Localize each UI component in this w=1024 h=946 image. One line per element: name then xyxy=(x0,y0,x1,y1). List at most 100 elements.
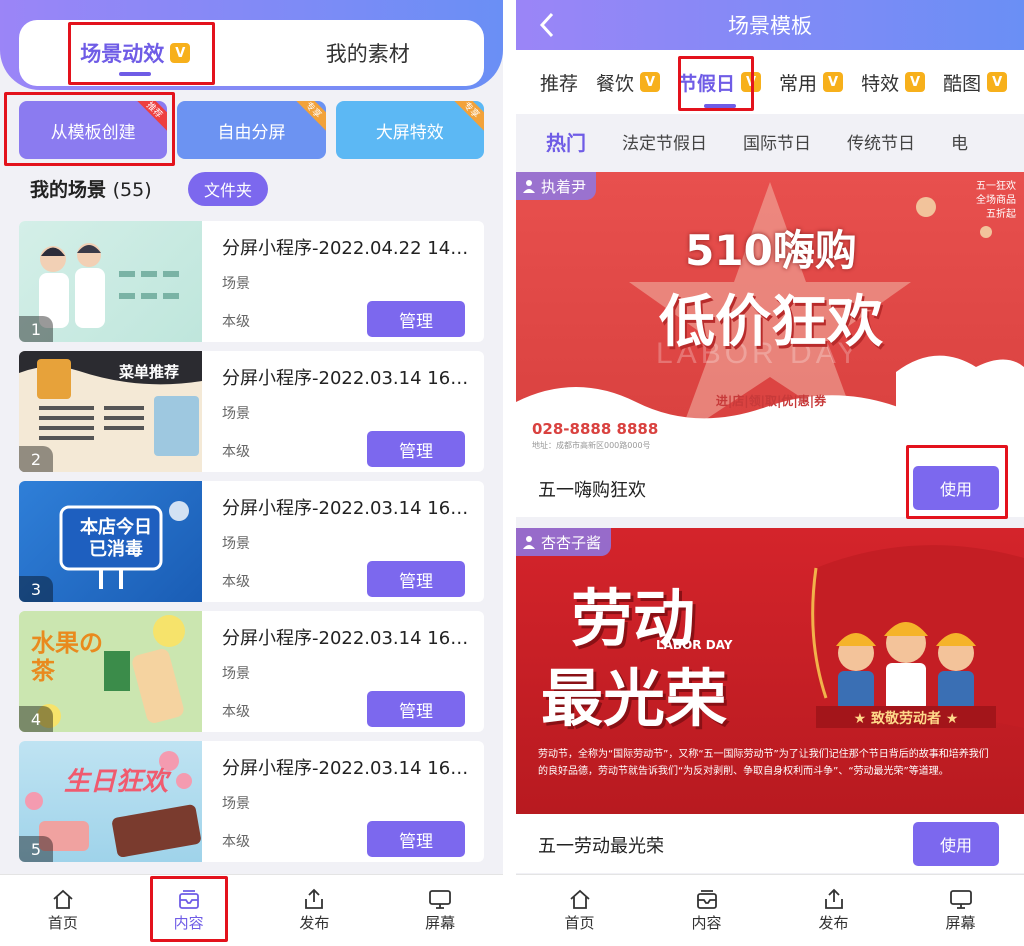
card-label: 自由分屏 xyxy=(217,122,286,143)
tab-effects[interactable]: 特效 V xyxy=(861,69,926,96)
tab-label: 酷图 xyxy=(943,72,982,95)
my-scenes-title: 我的场景 (55) xyxy=(30,175,152,202)
manage-button[interactable]: 管理 xyxy=(367,301,465,337)
scene-type: 场景 xyxy=(222,666,250,682)
manage-button[interactable]: 管理 xyxy=(367,431,465,467)
subtab-international[interactable]: 国际节日 xyxy=(743,129,811,154)
tab-common[interactable]: 常用 V xyxy=(779,69,844,96)
my-scenes-label: 我的场景 xyxy=(30,179,107,201)
tab-label: 场景动效 xyxy=(80,42,165,66)
subtab-legal-holidays[interactable]: 法定节假日 xyxy=(622,129,707,154)
template-preview[interactable]: 劳动 LABOR DAY 最光荣 ★ 致敬劳动者 ★ 劳动节，全称为“国际劳动节… xyxy=(516,528,1024,814)
scene-level: 本级 xyxy=(222,444,250,460)
segment-tabs: 场景动效 V 我的素材 xyxy=(19,20,484,86)
folder-button[interactable]: 文件夹 xyxy=(188,172,268,206)
scene-row[interactable]: 1 分屏小程序-2022.04.22 14:02 场景 本级 管理 xyxy=(19,221,484,342)
nav-label: 发布 xyxy=(299,914,330,932)
banner-headline: 510嗨购 xyxy=(685,226,857,275)
side-line: 五折起 xyxy=(986,209,1016,220)
exclusive-ribbon: 专享 xyxy=(287,101,326,136)
scene-name: 分屏小程序-2022.03.14 16:20 xyxy=(222,758,472,779)
subtab-traditional[interactable]: 传统节日 xyxy=(847,129,915,154)
scene-list: 1 分屏小程序-2022.04.22 14:02 场景 本级 管理 菜单推荐 2 xyxy=(19,221,484,871)
scene-thumbnail[interactable]: 生日狂欢 5 xyxy=(19,741,202,862)
vip-badge-icon: V xyxy=(170,43,191,63)
scene-thumbnail[interactable]: 水果の茶 4 xyxy=(19,611,202,732)
nav-screen[interactable]: 屏幕 xyxy=(897,875,1024,946)
scene-index: 3 xyxy=(19,576,53,602)
scene-row[interactable]: 生日狂欢 5 分屏小程序-2022.03.14 16:20 场景 本级 管理 xyxy=(19,741,484,862)
author-name: 杏杏子酱 xyxy=(541,533,602,552)
content-icon xyxy=(696,890,717,909)
vip-badge-icon: V xyxy=(741,72,762,92)
exclusive-ribbon: 专享 xyxy=(446,101,484,136)
nav-label: 内容 xyxy=(691,914,722,932)
scene-row[interactable]: 菜单推荐 2 分屏小程序-2022.03.14 16:30 场景 本级 管理 xyxy=(19,351,484,472)
tab-recommend[interactable]: 推荐 xyxy=(540,69,578,96)
category-tabs: 推荐 餐饮 V 节假日 V 常用 V 特效 V 酷图 V xyxy=(516,50,1024,114)
scene-index: 2 xyxy=(19,446,53,472)
scene-index: 1 xyxy=(19,316,53,342)
template-card[interactable]: 劳动 LABOR DAY 最光荣 ★ 致敬劳动者 ★ 劳动节，全称为“国际劳动节… xyxy=(516,528,1024,873)
manage-button[interactable]: 管理 xyxy=(367,561,465,597)
banner-main-text: 最光荣 xyxy=(541,662,728,735)
scene-type: 场景 xyxy=(222,406,250,422)
scene-type: 场景 xyxy=(222,536,250,552)
scene-row[interactable]: 水果の茶 4 分屏小程序-2022.03.14 16:25 场景 本级 管理 xyxy=(19,611,484,732)
scene-name: 分屏小程序-2022.03.14 16:28 xyxy=(222,498,472,519)
template-name: 五一嗨购狂欢 xyxy=(538,480,646,501)
nav-content[interactable]: 内容 xyxy=(126,875,252,946)
subtab-hot[interactable]: 热门 xyxy=(546,127,586,156)
vip-badge-icon: V xyxy=(987,72,1008,92)
big-screen-effects-button[interactable]: 大屏特效 专享 xyxy=(335,101,484,159)
nav-label: 屏幕 xyxy=(425,914,456,932)
nav-home[interactable]: 首页 xyxy=(516,875,643,946)
template-name: 五一劳动最光荣 xyxy=(538,836,664,857)
author-badge: 执着尹 xyxy=(516,172,597,200)
author-badge: 杏杏子酱 xyxy=(516,528,612,556)
manage-button[interactable]: 管理 xyxy=(367,821,465,857)
scene-index: 4 xyxy=(19,706,53,732)
banner-description: 劳动节，全称为“国际劳动节”，又称“五一国际劳动节”为了让我们记住那个节日背后的… xyxy=(538,749,989,777)
tab-label: 我的素材 xyxy=(325,42,410,66)
back-button[interactable] xyxy=(532,8,562,42)
screen-icon xyxy=(429,890,452,909)
scene-panel: 场景动效 V 我的素材 从模板创建 推荐 自由分屏 专享 大屏特效 专享 我的场… xyxy=(0,0,503,946)
tab-label: 推荐 xyxy=(540,72,579,95)
free-split-screen-button[interactable]: 自由分屏 专享 xyxy=(177,101,326,159)
thumbnail-text: 生日狂欢 xyxy=(64,767,169,797)
tab-holidays[interactable]: 节假日 V xyxy=(678,69,762,108)
banner-phone: 028-8888 8888 xyxy=(532,420,659,438)
scene-row[interactable]: 本店今日 已消毒 3 分屏小程序-2022.03.14 16:28 场景 本级 … xyxy=(19,481,484,602)
create-from-template-button[interactable]: 从模板创建 推荐 xyxy=(19,101,168,159)
template-card[interactable]: LABOR DAY 510嗨购 低价狂欢 进|店|领|取|优|惠|券 五一狂欢 … xyxy=(516,172,1024,517)
use-template-button[interactable]: 使用 xyxy=(913,822,999,866)
scene-thumbnail[interactable]: 菜单推荐 2 xyxy=(19,351,202,472)
home-icon xyxy=(569,889,590,909)
banner-subtext: 进|店|领|取|优|惠|券 xyxy=(715,394,827,408)
banner-side-text: 五一狂欢 全场商品 五折起 xyxy=(976,180,1016,222)
user-icon xyxy=(523,180,535,193)
nav-publish[interactable]: 发布 xyxy=(252,875,378,946)
side-line: 五一狂欢 xyxy=(976,181,1016,192)
tab-scene-effects[interactable]: 场景动效 V xyxy=(19,20,252,86)
template-preview[interactable]: LABOR DAY 510嗨购 低价狂欢 进|店|领|取|优|惠|券 五一狂欢 … xyxy=(516,172,1024,438)
manage-button[interactable]: 管理 xyxy=(367,691,465,727)
scene-thumbnail[interactable]: 本店今日 已消毒 3 xyxy=(19,481,202,602)
tab-my-materials[interactable]: 我的素材 xyxy=(252,20,485,86)
banner-address: 地址：成都市高新区000路000号 xyxy=(532,441,651,450)
publish-icon xyxy=(305,888,324,909)
nav-content[interactable]: 内容 xyxy=(643,875,770,946)
tab-label: 餐饮 xyxy=(596,72,635,95)
subtab-more[interactable]: 电 xyxy=(951,129,968,154)
scene-thumbnail[interactable]: 1 xyxy=(19,221,202,342)
tab-catering[interactable]: 餐饮 V xyxy=(596,69,661,96)
holiday-subtabs: 热门 法定节假日 国际节日 传统节日 电 xyxy=(516,114,1024,168)
scene-level: 本级 xyxy=(222,704,250,720)
thumbnail-text: 菜单推荐 xyxy=(119,363,180,381)
nav-home[interactable]: 首页 xyxy=(0,875,126,946)
nav-screen[interactable]: 屏幕 xyxy=(377,875,503,946)
nav-publish[interactable]: 发布 xyxy=(770,875,897,946)
tab-cool-images[interactable]: 酷图 V xyxy=(943,69,1008,96)
use-template-button[interactable]: 使用 xyxy=(913,466,999,510)
